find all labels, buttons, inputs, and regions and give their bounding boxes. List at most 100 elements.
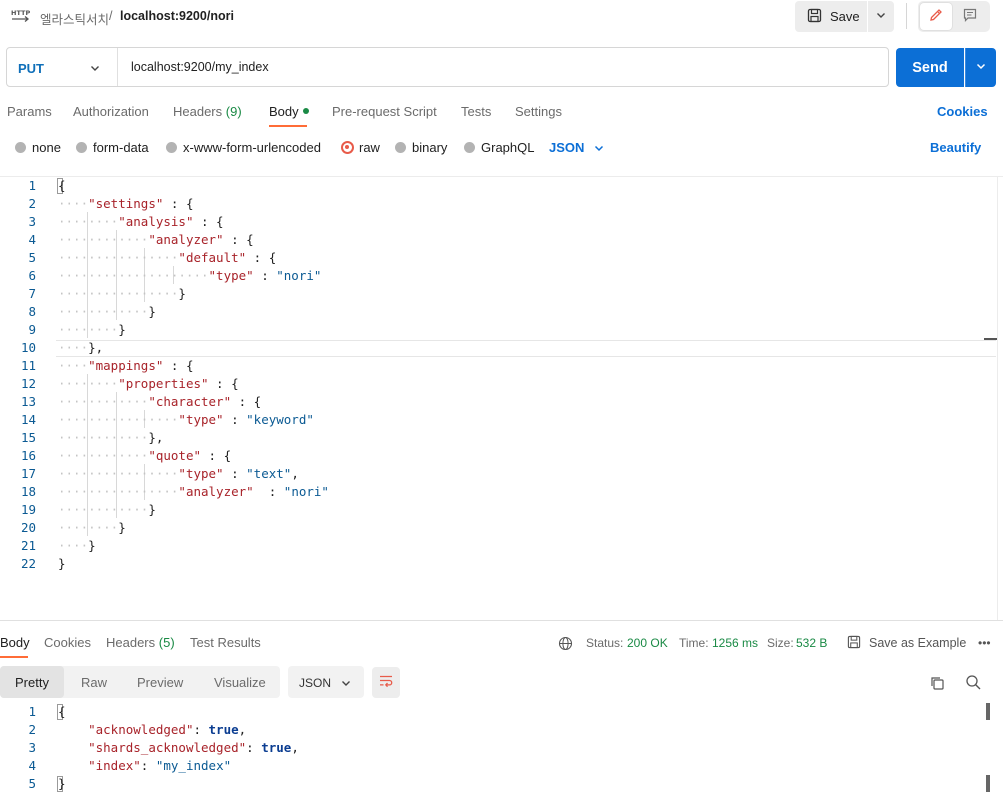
code-line[interactable]: ················"type" : "text", <box>58 466 299 481</box>
breadcrumb-separator: / <box>109 9 113 23</box>
json-key: "type" <box>178 412 224 427</box>
response-tab-body[interactable]: Body <box>0 635 30 650</box>
search-icon[interactable] <box>965 674 982 694</box>
line-number: 20 <box>20 520 36 535</box>
view-pretty-button[interactable]: Pretty <box>15 675 49 690</box>
tab-settings[interactable]: Settings <box>515 104 562 119</box>
method-select[interactable]: PUT <box>18 61 44 76</box>
view-raw-button[interactable]: Raw <box>81 675 107 690</box>
copy-icon[interactable] <box>929 675 945 694</box>
save-options-button[interactable] <box>868 1 894 32</box>
cookies-link[interactable]: Cookies <box>937 104 988 119</box>
comment-icon <box>962 7 978 26</box>
editor-scrollbar[interactable] <box>997 176 998 620</box>
response-tab-test-results[interactable]: Test Results <box>190 635 261 650</box>
radio-graphql[interactable] <box>464 142 475 153</box>
tab-headers[interactable]: Headers (9) <box>173 104 242 119</box>
comments-button[interactable] <box>954 3 986 30</box>
code-line[interactable]: ········} <box>58 520 126 535</box>
line-number: 12 <box>20 376 36 391</box>
code-line[interactable]: ····"mappings" : { <box>58 358 193 373</box>
code-line[interactable]: ············} <box>58 304 156 319</box>
send-options-button[interactable] <box>965 48 996 87</box>
tab-params[interactable]: Params <box>7 104 52 119</box>
radio-binary[interactable] <box>395 142 406 153</box>
body-format-select[interactable]: JSON <box>549 140 584 155</box>
save-as-example-button[interactable]: Save as Example <box>869 636 966 650</box>
tab-authorization[interactable]: Authorization <box>73 104 149 119</box>
more-options-button[interactable]: ••• <box>978 636 991 650</box>
code-line[interactable]: ········} <box>58 322 126 337</box>
tab-tests[interactable]: Tests <box>461 104 491 119</box>
response-tab-cookies[interactable]: Cookies <box>44 635 91 650</box>
code-line[interactable]: ····}, <box>58 340 103 355</box>
size-value[interactable]: 532 B <box>796 636 827 650</box>
send-button[interactable]: Send <box>896 48 964 87</box>
code-line[interactable]: ····} <box>58 538 96 553</box>
line-number: 2 <box>28 722 36 737</box>
code-line[interactable]: ············"character" : { <box>58 394 261 409</box>
code-line[interactable]: ················} <box>58 286 186 301</box>
radio-urlencoded[interactable] <box>166 142 177 153</box>
wrap-lines-button[interactable] <box>372 667 400 698</box>
code-line[interactable]: ····"settings" : { <box>58 196 193 211</box>
view-preview-button[interactable]: Preview <box>137 675 183 690</box>
line-number: 5 <box>28 776 36 791</box>
radio-binary-label[interactable]: binary <box>412 140 447 155</box>
code-line[interactable]: ············} <box>58 502 156 517</box>
status-value[interactable]: 200 OK <box>627 636 668 650</box>
response-scrollbar[interactable] <box>986 775 990 792</box>
json-string: "my_index" <box>155 758 232 773</box>
line-number: 15 <box>20 430 36 445</box>
response-line: "index": "my_index" <box>88 758 232 773</box>
code-line[interactable]: ········"analysis" : { <box>58 214 224 229</box>
line-number: 3 <box>28 740 36 755</box>
time-label: Time: <box>679 636 709 650</box>
globe-icon[interactable] <box>558 636 573 654</box>
save-icon[interactable] <box>847 635 861 652</box>
json-key: "character" <box>148 394 232 409</box>
code-line[interactable]: ················"analyzer" : "nori" <box>58 484 329 499</box>
radio-form-data[interactable] <box>76 142 87 153</box>
code-line[interactable]: ············"analyzer" : { <box>58 232 254 247</box>
edit-mode-button[interactable] <box>920 3 952 30</box>
json-key: "shards_acknowledged" <box>88 740 247 755</box>
code-line[interactable]: ············"quote" : { <box>58 448 231 463</box>
json-key: "analysis" <box>118 214 194 229</box>
code-line[interactable]: ················"default" : { <box>58 250 276 265</box>
radio-raw-label[interactable]: raw <box>359 140 380 155</box>
code-line[interactable]: ····················"type" : "nori" <box>58 268 321 283</box>
tab-prerequest-script[interactable]: Pre-request Script <box>332 104 437 119</box>
code-line[interactable]: } <box>58 556 66 571</box>
json-bool: true <box>208 722 239 737</box>
json-punct: { <box>58 704 66 719</box>
url-divider <box>117 48 118 86</box>
radio-graphql-label[interactable]: GraphQL <box>481 140 534 155</box>
beautify-button[interactable]: Beautify <box>930 140 981 155</box>
tab-body[interactable]: Body <box>269 104 309 119</box>
radio-none-label[interactable]: none <box>32 140 61 155</box>
view-visualize-button[interactable]: Visualize <box>214 675 266 690</box>
radio-raw[interactable] <box>341 141 354 154</box>
code-line[interactable]: { <box>58 178 66 193</box>
line-number: 13 <box>20 394 36 409</box>
time-value[interactable]: 1256 ms <box>712 636 758 650</box>
line-number: 18 <box>20 484 36 499</box>
status-label: Status: <box>586 636 624 650</box>
http-icon: HTTP <box>10 6 32 26</box>
line-number: 4 <box>28 232 36 247</box>
response-tab-headers[interactable]: Headers (5) <box>106 635 175 650</box>
chevron-down-icon[interactable] <box>89 62 101 74</box>
radio-form-data-label[interactable]: form-data <box>93 140 149 155</box>
code-line[interactable]: ············}, <box>58 430 163 445</box>
code-line[interactable]: ········"properties" : { <box>58 376 239 391</box>
breadcrumb-parent[interactable]: 엘라스틱서치 <box>40 9 109 28</box>
breadcrumb-current[interactable]: localhost:9200/nori <box>120 9 234 23</box>
response-scrollbar[interactable] <box>986 703 990 720</box>
url-input[interactable]: localhost:9200/my_index <box>131 60 269 74</box>
chevron-down-icon[interactable] <box>593 142 605 154</box>
radio-none[interactable] <box>15 142 26 153</box>
code-line[interactable]: ················"type" : "keyword" <box>58 412 314 427</box>
save-button[interactable]: Save <box>795 1 867 32</box>
radio-urlencoded-label[interactable]: x-www-form-urlencoded <box>183 140 321 155</box>
